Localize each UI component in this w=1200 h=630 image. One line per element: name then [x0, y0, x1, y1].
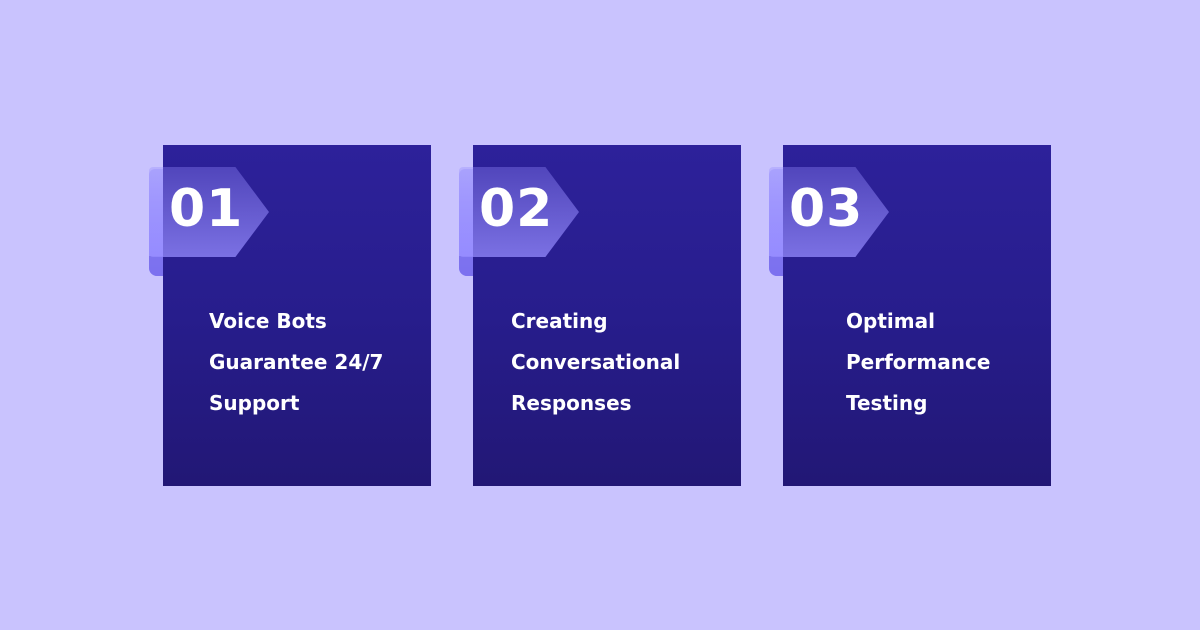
step-title-line: Optimal	[846, 309, 935, 333]
step-title: Optimal Performance Testing	[846, 301, 990, 424]
step-number: 01	[169, 179, 244, 239]
step-number: 02	[479, 179, 554, 239]
step-title-line: Voice Bots	[209, 309, 327, 333]
step-title-line: Support	[209, 391, 300, 415]
step-title-line: Guarantee 24/7	[209, 350, 384, 374]
step-title: Voice Bots Guarantee 24/7 Support	[209, 301, 383, 424]
step-card-1: 01 Voice Bots Guarantee 24/7 Support	[149, 145, 431, 486]
step-title-line: Testing	[846, 391, 928, 415]
step-title-line: Creating	[511, 309, 608, 333]
step-card-2: 02 Creating Conversational Responses	[459, 145, 741, 486]
step-title-line: Responses	[511, 391, 632, 415]
step-number: 03	[789, 179, 864, 239]
step-card-3: 03 Optimal Performance Testing	[769, 145, 1051, 486]
step-title-line: Conversational	[511, 350, 681, 374]
step-title-line: Performance	[846, 350, 991, 374]
step-title: Creating Conversational Responses	[511, 301, 680, 424]
